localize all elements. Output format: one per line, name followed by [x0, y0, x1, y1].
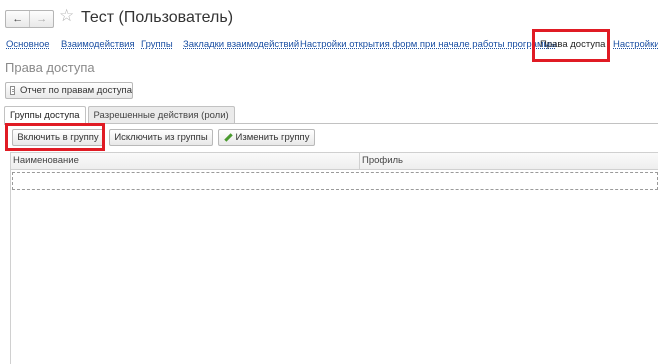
section-link-startup-forms[interactable]: Настройки открытия форм при начале работ…	[300, 39, 557, 51]
tab-divider	[4, 123, 658, 124]
arrow-left-icon: ←	[12, 13, 24, 25]
star-outline-icon[interactable]: ☆	[59, 6, 74, 26]
table-row[interactable]	[12, 172, 658, 190]
arrow-right-icon: →	[36, 13, 48, 25]
access-groups-table[interactable]: Наименование Профиль	[10, 152, 658, 364]
window-title: Тест (Пользователь)	[81, 9, 234, 26]
edit-group-button[interactable]: Изменить группу	[218, 129, 315, 146]
access-report-button[interactable]: Отчет по правам доступа	[5, 82, 133, 99]
tab-allowed-actions[interactable]: Разрешенные действия (роли)	[87, 106, 235, 124]
back-button[interactable]: ←	[6, 11, 29, 27]
access-report-label: Отчет по правам доступа	[19, 85, 132, 96]
section-link-groups[interactable]: Группы	[141, 39, 173, 51]
navigation-buttons: ← →	[5, 10, 54, 28]
section-link-interactions[interactable]: Взаимодействия	[61, 39, 135, 51]
table-header: Наименование Профиль	[11, 153, 658, 170]
tab-bar: Группы доступа Разрешенные действия (рол…	[4, 106, 235, 125]
forward-button[interactable]: →	[29, 11, 53, 27]
section-navigation: Основное Взаимодействия Группы Закладки …	[0, 34, 658, 58]
document-icon	[10, 86, 15, 95]
edit-group-label: Изменить группу	[235, 132, 310, 143]
include-in-group-button[interactable]: Включить в группу	[12, 129, 104, 146]
section-link-main[interactable]: Основное	[6, 39, 50, 51]
window-header: ← → ☆ Тест (Пользователь)	[0, 0, 658, 34]
column-header-profile[interactable]: Профиль	[359, 153, 658, 169]
pencil-icon	[224, 134, 232, 142]
column-header-name[interactable]: Наименование	[11, 153, 358, 169]
include-in-group-label: Включить в группу	[17, 132, 99, 143]
exclude-from-group-label: Исключить из группы	[114, 132, 208, 143]
section-link-settings[interactable]: Настройки	[613, 39, 658, 51]
section-link-interaction-bookmarks[interactable]: Закладки взаимодействий	[183, 39, 299, 51]
section-link-access-rights[interactable]: Права доступа	[540, 39, 605, 51]
exclude-from-group-button[interactable]: Исключить из группы	[109, 129, 213, 146]
page-title: Права доступа	[5, 60, 95, 75]
